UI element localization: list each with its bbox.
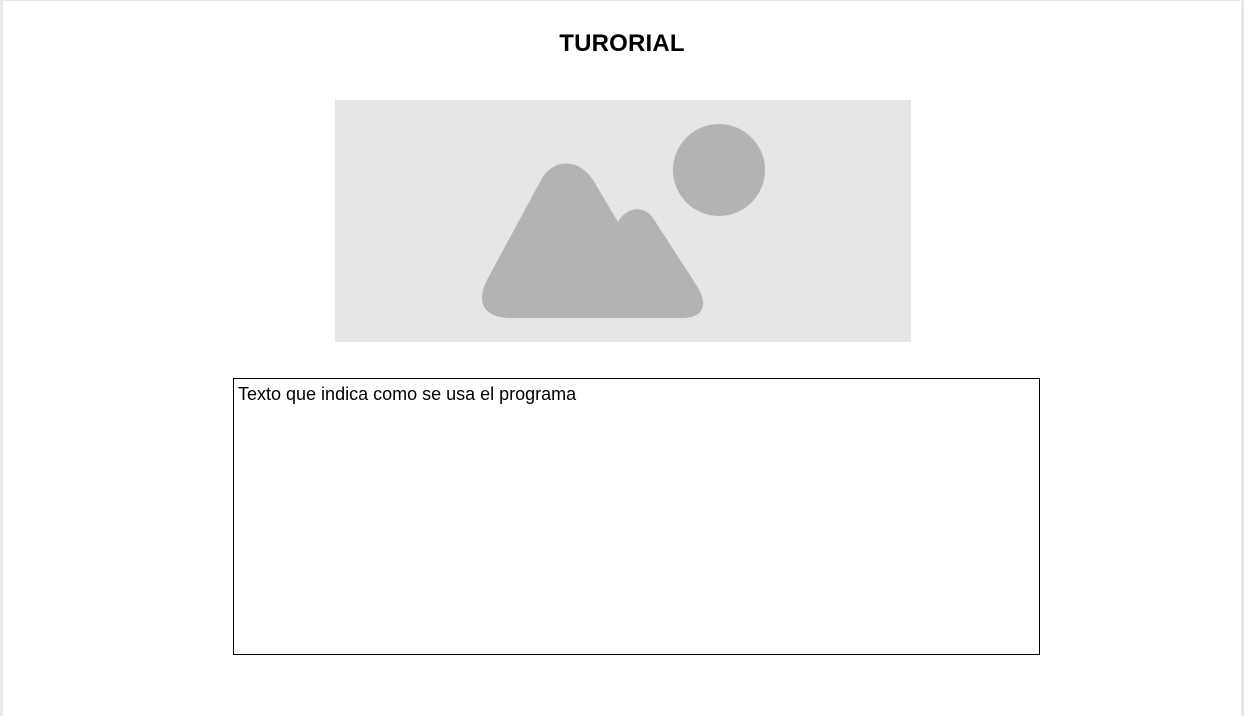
tutorial-image [335,100,911,342]
mountain-shape [481,163,704,318]
sun-shape [673,124,765,216]
image-placeholder-icon [481,124,765,318]
page-title: TURORIAL [559,30,685,57]
instructions-text: Texto que indica como se usa el programa [238,384,577,404]
instructions-text-box: Texto que indica como se usa el programa [233,378,1040,655]
